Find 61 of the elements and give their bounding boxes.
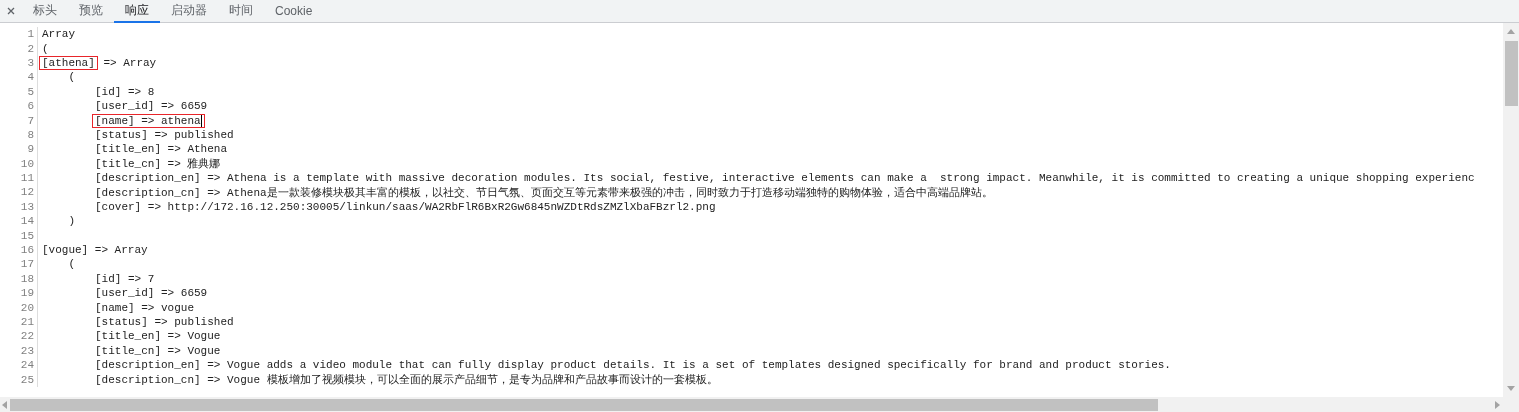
line-number: 9 <box>27 143 34 156</box>
highlighted-code: [name] => athena <box>93 114 204 127</box>
code-line: [description_en] => Vogue adds a video module that can fully display product details. It is a set of templates designed specifically for brand and product stories. <box>95 359 1171 372</box>
line-number: 19 <box>20 287 34 300</box>
code-line: Array <box>42 28 75 41</box>
line-number: 1 <box>27 28 34 41</box>
tab[interactable]: 启动器 <box>160 0 218 23</box>
code-line: ) <box>68 215 76 228</box>
code-line: [status] => published <box>95 128 234 141</box>
code-line: [user_id] => 6659 <box>95 287 208 300</box>
line-number: 4 <box>27 71 34 84</box>
scrollbar-thumb[interactable] <box>1504 41 1518 106</box>
line-number: 24 <box>20 359 34 372</box>
code-line: => Array <box>103 56 157 69</box>
code-line: [status] => published <box>95 316 234 328</box>
line-number: 18 <box>20 272 34 285</box>
line-number: 12 <box>20 186 34 199</box>
tab[interactable]: 时间 <box>218 0 264 23</box>
code-line: ( <box>68 258 76 271</box>
code-line: [cover] => http://172.16.12.250:30005/linkun/saas/WA2RbFlR6BxR2Gw6845nWZDtRdsZMZlXbaFBzrl2.png <box>95 200 716 213</box>
line-number: 8 <box>27 128 34 141</box>
code-line: [vogue] => Array <box>42 244 148 257</box>
code-line: [id] => 8 <box>95 85 155 98</box>
horizontal-scrollbar[interactable] <box>0 397 1503 412</box>
line-number: 2 <box>27 42 34 55</box>
tab[interactable]: 标头 <box>22 0 68 23</box>
line-number: 11 <box>20 172 34 185</box>
line-number: 14 <box>20 215 34 228</box>
code-line: [description_cn] => Vogue 模板增加了视频模块，可以全面的展示产品细节，是专为品牌和产品故事而设计的一套模板。 <box>95 373 718 388</box>
line-number: 10 <box>20 157 34 170</box>
line-number: 3 <box>27 56 34 69</box>
line-number: 7 <box>27 114 34 127</box>
highlighted-code: [athena] <box>40 56 97 69</box>
line-number: 16 <box>20 244 34 257</box>
close-icon <box>7 7 15 15</box>
tab[interactable]: 预览 <box>68 0 114 23</box>
line-number: 23 <box>20 344 34 357</box>
code-line: [title_en] => Vogue <box>95 330 221 343</box>
line-number: 21 <box>20 316 34 328</box>
code-line: ( <box>68 71 76 84</box>
code-line: [id] => 7 <box>95 272 155 285</box>
code-line: [title_cn] => Vogue <box>95 344 221 357</box>
line-number: 25 <box>20 373 34 386</box>
code-line: ( <box>42 42 49 55</box>
code-line: [description_en] => Athena is a template with massive decoration modules. Its social, festive, interactive elements can make a strong impact. Meanwhile, it is committed to creating a unique shopping experienc <box>95 172 1475 185</box>
line-number: 22 <box>20 330 34 343</box>
tab[interactable]: Cookie <box>264 0 324 23</box>
vertical-scrollbar[interactable] <box>1503 23 1519 412</box>
line-number: 6 <box>27 100 34 113</box>
line-number: 20 <box>20 301 34 314</box>
code-line: [description_cn] => Athena是一款装修模块极其丰富的模板，以社交、节日气氛、页面交互等元素带来极强的冲击，同时致力于打造移动端独特的购物体验，适合中高端品牌站。 <box>95 185 993 200</box>
scroll-up-icon[interactable] <box>1506 27 1516 37</box>
line-number: 15 <box>20 229 34 242</box>
scrollbar-thumb[interactable] <box>10 398 1158 411</box>
code-line: [title_cn] => 雅典娜 <box>95 157 221 172</box>
code-line: [user_id] => 6659 <box>95 100 208 113</box>
line-number: 17 <box>20 258 34 271</box>
line-number: 5 <box>27 85 34 98</box>
line-number: 13 <box>20 200 34 213</box>
code-line: [name] => vogue <box>95 301 195 314</box>
code-line: [title_en] => Athena <box>95 143 228 156</box>
